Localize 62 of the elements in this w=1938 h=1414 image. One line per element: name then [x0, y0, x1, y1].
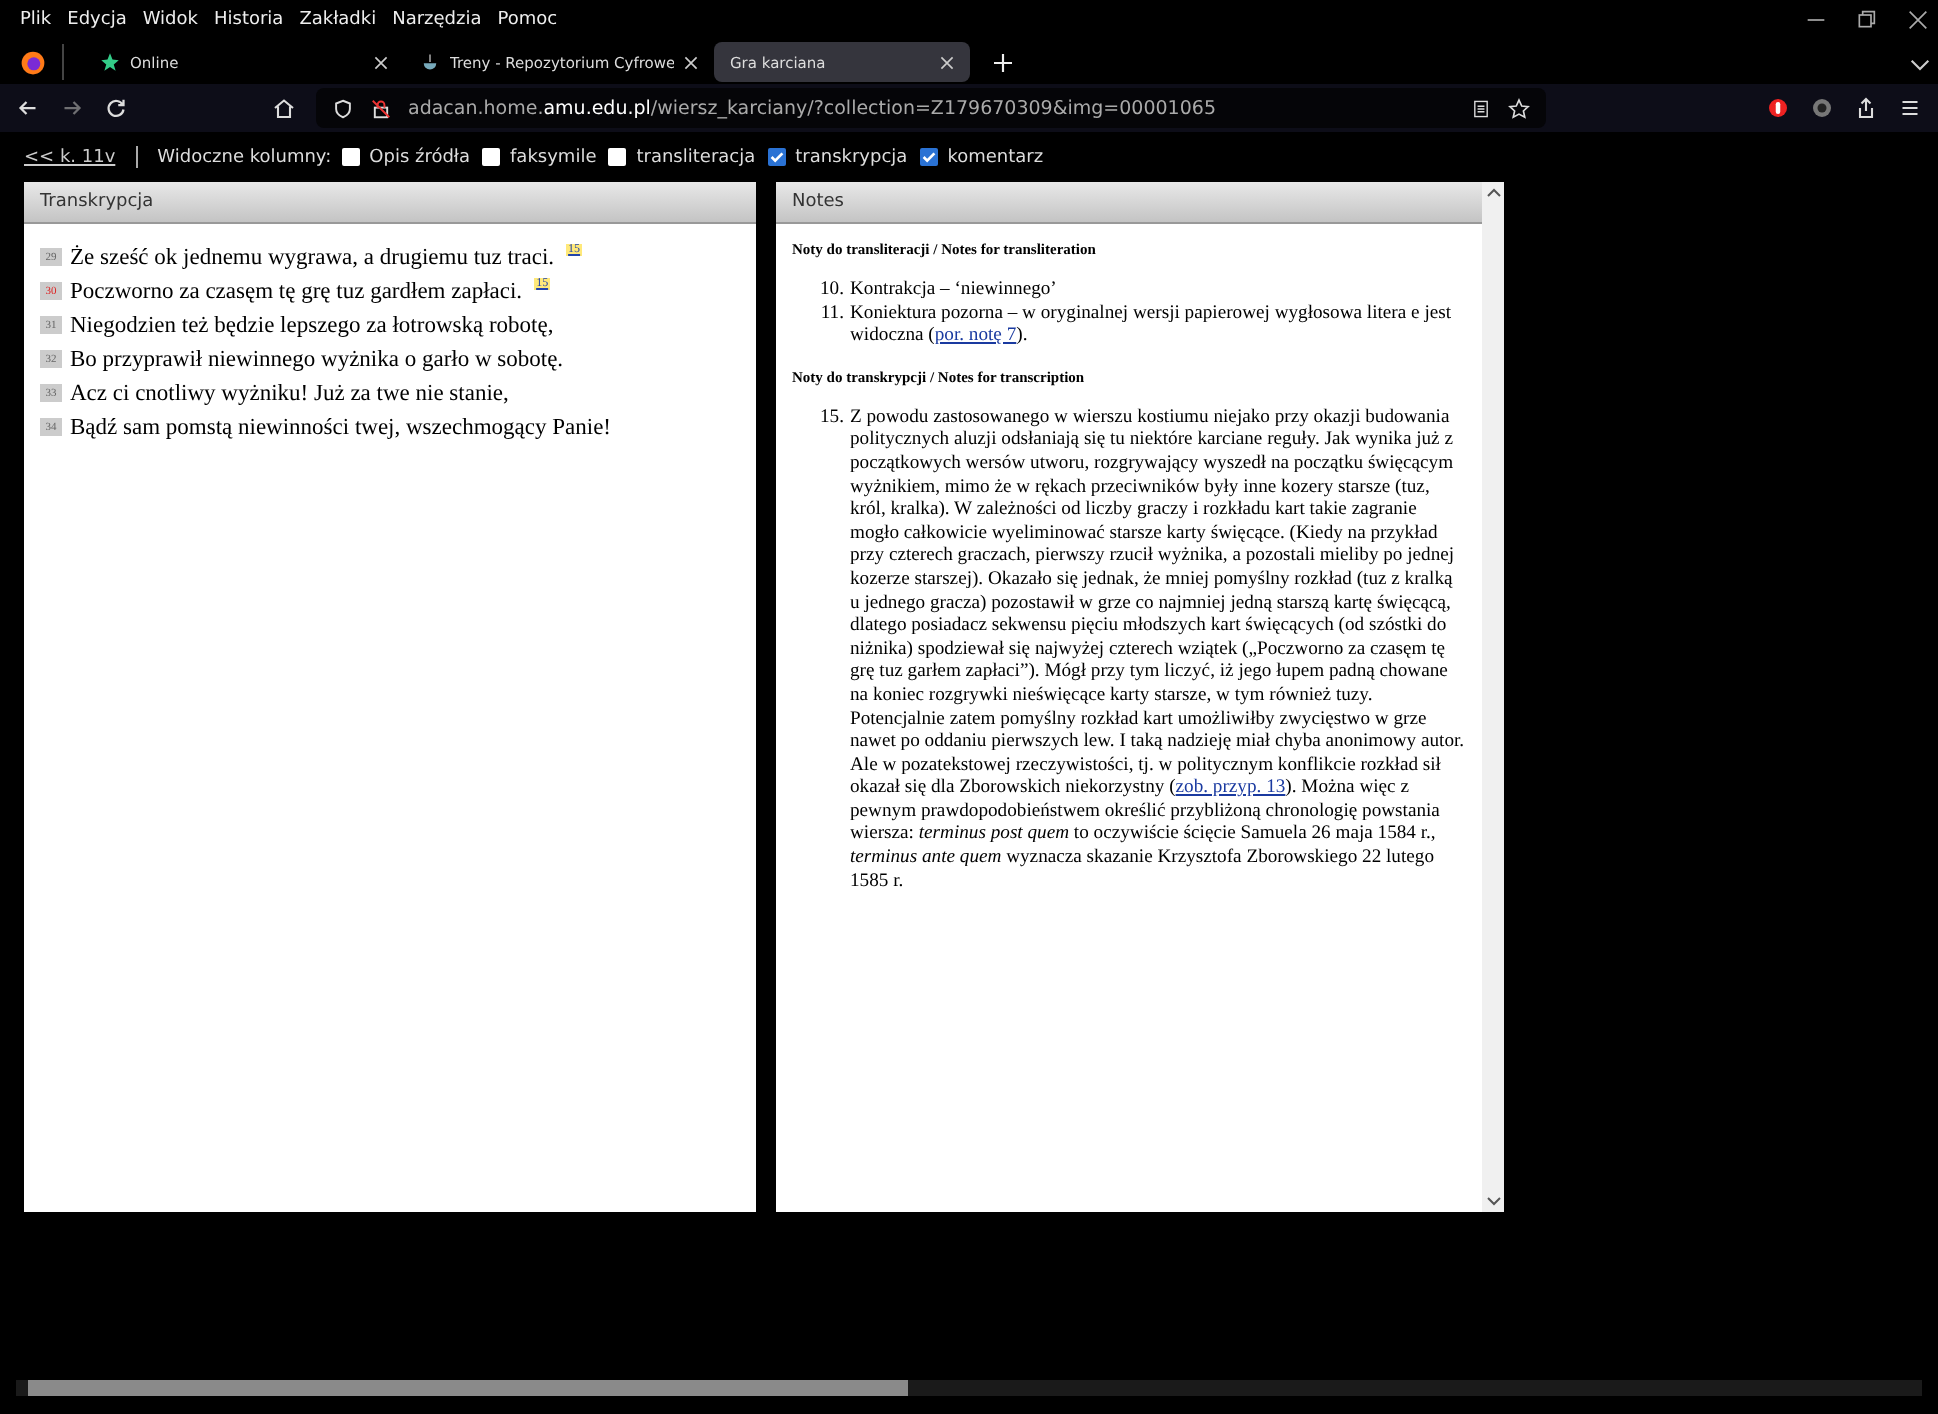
reload-icon[interactable]	[104, 96, 128, 120]
url-text[interactable]: adacan.home.amu.edu.pl/wiersz_karciany/?collection=Z179670309&img=00001065	[408, 97, 1216, 119]
home-icon[interactable]	[272, 96, 296, 120]
note-number: 10.	[818, 278, 846, 302]
menu-item[interactable]: Pomoc	[497, 10, 558, 30]
horizontal-scrollbar[interactable]	[16, 1380, 1922, 1396]
browser-logo-icon[interactable]	[20, 49, 46, 75]
verse-line: Niegodzien też będzie lepszego za łotrowską robotę,	[70, 313, 554, 337]
note-text: Koniektura pozorna – w oryginalnej wersji papierowej wygłosowa litera e jest widoczna (por. notę 7).	[850, 301, 1454, 348]
note-link[interactable]: por. notę 7	[934, 324, 1017, 347]
panel-title: Transkrypcja	[24, 182, 756, 224]
menu-item[interactable]: Historia	[213, 10, 284, 30]
reader-view-icon[interactable]	[1470, 97, 1492, 119]
checkbox-label[interactable]: Opis źródła	[369, 147, 471, 167]
note-number: 11.	[818, 301, 846, 328]
verse-line: Acz ci cnotliwy wyżniku! Już za twe nie stanie,	[70, 381, 509, 405]
checkbox[interactable]	[341, 148, 360, 166]
scroll-up-icon[interactable]	[1485, 186, 1501, 202]
verse-line: Bądź sam pomstą niewinności twej, wszechmogący Panie!	[70, 415, 611, 439]
scrollbar-thumb[interactable]	[28, 1380, 908, 1396]
insecure-lock-icon[interactable]	[370, 97, 392, 119]
checkbox[interactable]	[767, 148, 786, 166]
checkbox-label[interactable]: faksymile	[510, 147, 597, 167]
note-text: Z powodu zastosowanego w wierszu kostiumu niejako przy okazji budowania politycznych aluzji odsłaniają się tu niektóre karciane reguły. Jak wynika już z początkowych wersów utworu, rozgrywający wyszedł na początku święcącym wyżnikiem, mimo że w rękach przeciwników były inne kozery starsze (tuz, król, kralka). W zależności od liczby graczy i rozkładu kart takie zagranie mogło całkowicie wyeliminować starsze karty święcące. (Kiedy na przykład przy czterech graczach, pierwszy rzucił wyżnika, a pozostali mieliby po jednej kozerze starszej). Okazało się jednak, że mniej pomyślny rozkład (tuz z kralką u jednego gracza) pozostawił w grze co najmniej jedną starszą kartę święcącą, dlatego posiadacz sekwensu pięciu młodszych kart święcących (od szóstki do niżnika) spodziewał się najwyżej czterech wziątek („Poczworno za czasęm tę grę tuz garłem zapłaci”). Mógł przy tym liczyć, iż jego łupem padną chowane na koniec rozgrywki nieświęcące karty starsze, w tym również tuzy. Potencjalnie zatem pomyślny rozkład kart umożliwiłby zwycięstwo w grze nawet po oddaniu pierwszych lew. I taką nadzieję miał chyba anonimowy autor. Ale w pozatekstowej rzeczywistości, tj. w politycznym konflikcie rozkład sił okazał się dla Zborowskich niekorzystny (zob. przyp. 13). Można więc z pewnym prawdopodobieństwem określić przybliżoną chronologię powstania wiersza: terminus post quem to oczywiście ścięcie Samuela 26 maja 1584 r., terminus ante quem wyznacza skazanie Krzysztofa Zborowskiego 22 lutego 1585 r.	[850, 405, 1466, 893]
note-text: Kontrakcja – ‘niewinnego’	[850, 278, 1059, 302]
note-link[interactable]: zob. przyp. 13	[1175, 776, 1286, 799]
star-icon	[100, 52, 120, 72]
forward-icon[interactable]	[60, 96, 84, 120]
verse-line: Że sześć ok jednemu wygrawa, a drugiemu tuz traci.	[70, 245, 555, 269]
extension-icon[interactable]	[1766, 96, 1790, 120]
checkbox[interactable]	[608, 148, 627, 166]
close-icon[interactable]	[1908, 10, 1928, 30]
restore-icon[interactable]	[1856, 10, 1876, 30]
note-number: 15.	[818, 405, 846, 432]
menu-item[interactable]: Narzędzia	[392, 10, 482, 30]
address-bar[interactable]: adacan.home.amu.edu.pl/wiersz_karciany/?collection=Z179670309&img=00001065	[316, 88, 1546, 128]
checkbox-label[interactable]: transkrypcja	[795, 147, 908, 167]
verse-line: Bo przyprawił niewinnego wyżnika o garło w sobotę.	[70, 347, 564, 371]
checkbox-label[interactable]: komentarz	[947, 147, 1044, 167]
bookmark-star-icon[interactable]	[1508, 97, 1530, 119]
checkbox[interactable]	[482, 148, 501, 166]
share-icon[interactable]	[1854, 96, 1878, 120]
back-link[interactable]: << k. 11v	[24, 147, 116, 167]
menu-icon[interactable]	[1898, 96, 1922, 120]
tab-close-icon[interactable]	[684, 55, 698, 69]
checkbox[interactable]	[919, 148, 938, 166]
tab-close-icon[interactable]	[374, 55, 388, 69]
verse-line: Poczworno za czasęm tę grę tuz gardłem zapłaci.	[70, 279, 523, 303]
menu-item[interactable]: Widok	[142, 10, 198, 30]
back-icon[interactable]	[16, 96, 40, 120]
new-tab-icon[interactable]	[994, 53, 1012, 71]
menu-item[interactable]: Zakładki	[299, 10, 377, 30]
vertical-scrollbar[interactable]	[1482, 182, 1504, 1212]
checkbox-label[interactable]: transliteracja	[636, 147, 756, 167]
shield-icon[interactable]	[332, 97, 354, 119]
scroll-down-icon[interactable]	[1485, 1192, 1501, 1208]
list-tabs-icon[interactable]	[1910, 54, 1930, 74]
menu-item[interactable]: Edycja	[67, 10, 127, 30]
options-label: Widoczne kolumny:	[157, 147, 332, 167]
menu-item[interactable]: Plik	[20, 10, 52, 30]
tab-close-icon[interactable]	[940, 55, 954, 69]
page-icon	[420, 52, 440, 72]
